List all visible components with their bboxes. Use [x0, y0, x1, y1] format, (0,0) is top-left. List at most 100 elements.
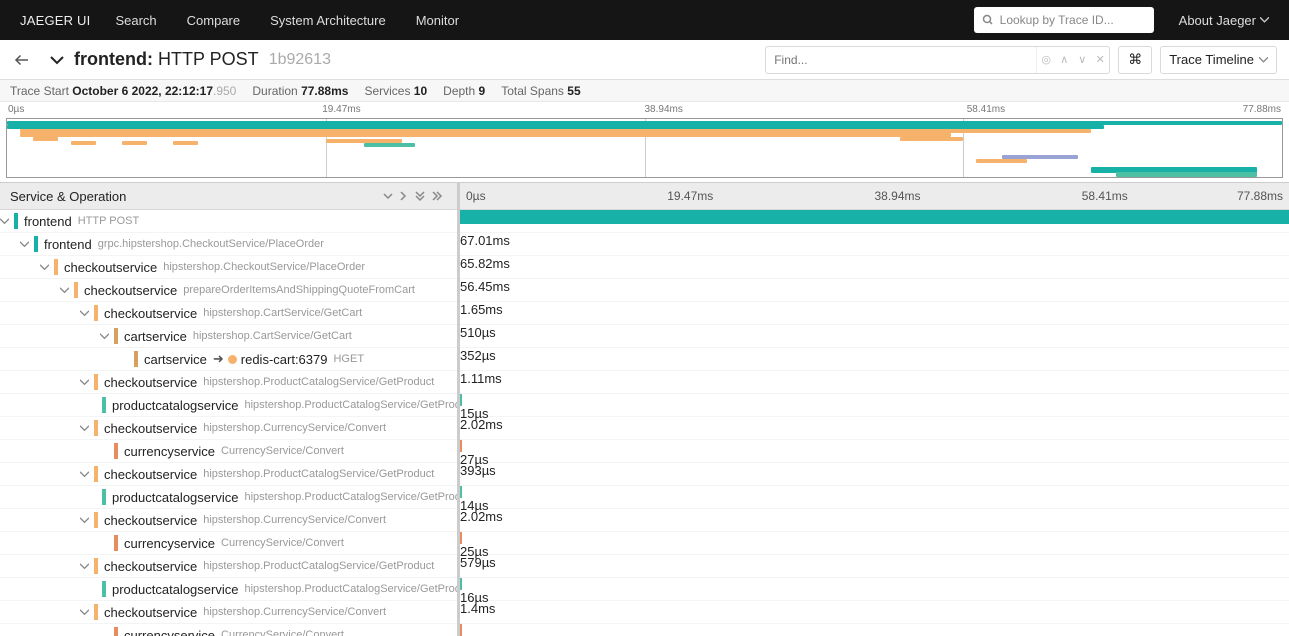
span-duration-label: 393µs [460, 463, 1289, 478]
chevron-down-icon[interactable] [0, 217, 12, 226]
operation-name: hipstershop.ProductCatalogService/GetPro… [244, 491, 457, 503]
chevron-down-icon[interactable] [60, 286, 72, 295]
span-tree-row[interactable]: checkoutservicehipstershop.CurrencyServi… [0, 509, 457, 532]
span-tree-row[interactable]: checkoutservicehipstershop.CheckoutServi… [0, 256, 457, 279]
span-tree-row[interactable]: checkoutservicehipstershop.CurrencyServi… [0, 601, 457, 624]
service-name: productcatalogservice [112, 582, 238, 597]
service-name: checkoutservice [64, 260, 157, 275]
service-color-marker [94, 604, 98, 620]
span-tree-row[interactable]: productcatalogservicehipstershop.Product… [0, 486, 457, 509]
find-text-input[interactable] [766, 53, 1036, 67]
find-target-icon[interactable]: ◎ [1037, 47, 1055, 73]
find-prev-icon[interactable]: ∧ [1055, 47, 1073, 73]
span-tree-row[interactable]: currencyserviceCurrencyService/Convert [0, 624, 457, 636]
expand-all-icon[interactable] [415, 190, 431, 202]
span-tree-row[interactable]: cartservicehipstershop.CartService/GetCa… [0, 325, 457, 348]
search-icon [982, 14, 994, 26]
shortcuts-button[interactable]: ⌘ [1118, 46, 1152, 74]
span-bar-row[interactable]: 1.11ms [460, 371, 1289, 394]
chevron-down-icon[interactable] [80, 309, 92, 318]
tree-pane: Service & Operation frontendHTTP POSTfro… [0, 183, 460, 636]
span-bar-row[interactable]: 1.4ms [460, 601, 1289, 624]
about-dropdown[interactable]: About Jaeger [1179, 13, 1269, 28]
operation-name: hipstershop.CurrencyService/Convert [203, 514, 386, 526]
span-bar-row[interactable]: 1.65ms [460, 302, 1289, 325]
chevron-down-icon[interactable] [80, 378, 92, 387]
find-next-icon[interactable]: ∨ [1073, 47, 1091, 73]
chevron-down-icon[interactable] [80, 516, 92, 525]
span-bar-row[interactable]: 67.01ms [460, 233, 1289, 256]
span-bar-row[interactable]: 16µs [460, 578, 1289, 601]
service-name: checkoutservice [104, 559, 197, 574]
trace-title[interactable]: frontend: HTTP POST 1b92613 [50, 49, 331, 70]
span-tree-row[interactable]: currencyserviceCurrencyService/Convert [0, 440, 457, 463]
nav-compare[interactable]: Compare [187, 13, 240, 28]
expand-one-icon[interactable] [383, 191, 399, 201]
span-duration-label: 1.65ms [460, 302, 1289, 317]
operation-name: CurrencyService/Convert [221, 629, 344, 636]
nav-architecture[interactable]: System Architecture [270, 13, 386, 28]
span-bar-row[interactable]: 352µs [460, 348, 1289, 371]
span-bar-row[interactable]: 510µs [460, 325, 1289, 348]
service-color-marker [102, 581, 106, 597]
service-color-marker [114, 535, 118, 551]
chevron-down-icon [1260, 17, 1269, 23]
span-bar-row[interactable]: 2.02ms [460, 509, 1289, 532]
span-bar-row[interactable] [460, 210, 1289, 233]
span-bar-row[interactable]: 25µs [460, 532, 1289, 555]
span-duration-label: 1.4ms [460, 601, 1289, 616]
chevron-down-icon[interactable] [40, 263, 52, 272]
service-color-marker [34, 236, 38, 252]
service-color-marker [94, 558, 98, 574]
chevron-down-icon[interactable] [20, 240, 32, 249]
service-color-marker [94, 420, 98, 436]
chevron-down-icon[interactable] [80, 562, 92, 571]
trace-content: Service & Operation frontendHTTP POSTfro… [0, 182, 1289, 636]
span-bar-row[interactable]: 14µs [460, 486, 1289, 509]
lookup-placeholder: Lookup by Trace ID... [1000, 13, 1114, 27]
span-tree-row[interactable]: cartservice➜redis-cart:6379HGET [0, 348, 457, 371]
chevron-down-icon[interactable] [100, 332, 112, 341]
span-tree-row[interactable]: productcatalogservicehipstershop.Product… [0, 578, 457, 601]
service-name: frontend [24, 214, 72, 229]
operation-name: prepareOrderItemsAndShippingQuoteFromCar… [183, 284, 415, 296]
trace-minimap[interactable] [6, 118, 1283, 178]
view-dropdown[interactable]: Trace Timeline [1160, 46, 1277, 74]
nav-monitor[interactable]: Monitor [416, 13, 459, 28]
span-tree-row[interactable]: checkoutservicehipstershop.CurrencyServi… [0, 417, 457, 440]
span-tree-row[interactable]: currencyserviceCurrencyService/Convert [0, 532, 457, 555]
chevron-down-icon[interactable] [80, 424, 92, 433]
chevron-down-icon[interactable] [80, 608, 92, 617]
span-tree-row[interactable]: frontendgrpc.hipstershop.CheckoutService… [0, 233, 457, 256]
service-color-marker [114, 443, 118, 459]
span-bar-row[interactable]: 579µs [460, 555, 1289, 578]
collapse-all-icon[interactable] [431, 191, 447, 201]
chevron-down-icon[interactable] [80, 470, 92, 479]
span-bar-row[interactable]: 15µs [460, 394, 1289, 417]
trace-lookup-input[interactable]: Lookup by Trace ID... [974, 7, 1154, 33]
tree-header-label: Service & Operation [10, 189, 126, 204]
span-bar-row[interactable]: 393µs [460, 463, 1289, 486]
find-input[interactable]: ◎ ∧ ∨ ✕ [765, 46, 1110, 74]
span-tree-row[interactable]: checkoutservicehipstershop.ProductCatalo… [0, 555, 457, 578]
back-button[interactable] [12, 50, 32, 70]
collapse-one-icon[interactable] [399, 191, 415, 201]
find-clear-icon[interactable]: ✕ [1091, 47, 1109, 73]
span-tree-row[interactable]: checkoutserviceprepareOrderItemsAndShipp… [0, 279, 457, 302]
span-bar-row[interactable]: 22µs [460, 624, 1289, 636]
span-tree-row[interactable]: checkoutservicehipstershop.CartService/G… [0, 302, 457, 325]
span-bar-row[interactable]: 65.82ms [460, 256, 1289, 279]
span-bar [460, 394, 462, 406]
span-bar-row[interactable]: 56.45ms [460, 279, 1289, 302]
span-duration-label: 1.11ms [460, 371, 1289, 386]
brand: JAEGER UI [20, 13, 90, 28]
span-bar-row[interactable]: 27µs [460, 440, 1289, 463]
span-tree-row[interactable]: checkoutservicehipstershop.ProductCatalo… [0, 463, 457, 486]
service-name: currencyservice [124, 536, 215, 551]
span-tree-row[interactable]: productcatalogservicehipstershop.Product… [0, 394, 457, 417]
span-duration-label: 56.45ms [460, 279, 1289, 294]
span-bar-row[interactable]: 2.02ms [460, 417, 1289, 440]
span-tree-row[interactable]: checkoutservicehipstershop.ProductCatalo… [0, 371, 457, 394]
nav-search[interactable]: Search [115, 13, 156, 28]
span-tree-row[interactable]: frontendHTTP POST [0, 210, 457, 233]
